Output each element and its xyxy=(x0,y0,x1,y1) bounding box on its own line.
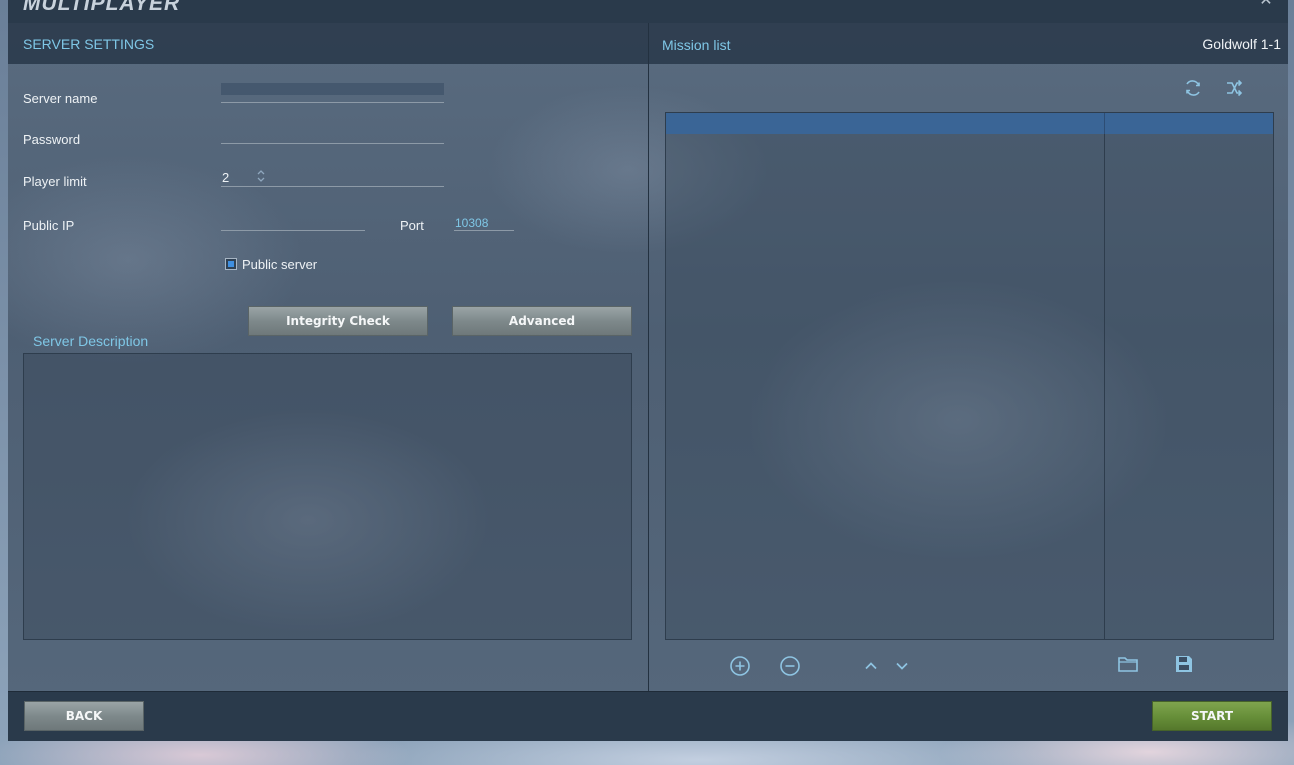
window-title: MULTIPLAYER xyxy=(23,0,181,15)
header-column-divider xyxy=(1104,113,1105,134)
password-label: Password xyxy=(23,132,81,147)
server-name-label: Server name xyxy=(23,91,98,106)
column-divider xyxy=(1104,134,1105,640)
current-mission-name: Goldwolf 1-1 xyxy=(1202,36,1281,52)
folder-icon[interactable] xyxy=(1117,653,1139,675)
advanced-button[interactable]: Advanced xyxy=(452,306,632,336)
public-server-label: Public server xyxy=(242,257,318,272)
close-icon[interactable]: ✕ xyxy=(1258,0,1274,9)
back-button[interactable]: BACK xyxy=(24,701,144,731)
player-limit-label: Player limit xyxy=(23,174,87,189)
server-settings-header: SERVER SETTINGS xyxy=(8,23,648,64)
panel-divider xyxy=(648,23,649,691)
move-up-icon[interactable] xyxy=(860,655,882,677)
public-ip-input[interactable] xyxy=(221,209,365,231)
server-name-input[interactable] xyxy=(221,81,444,103)
start-button[interactable]: START xyxy=(1152,701,1272,731)
multiplayer-window: MULTIPLAYER ✕ SERVER SETTINGS Server nam… xyxy=(8,0,1288,741)
mission-list-header: Mission list Goldwolf 1-1 xyxy=(649,23,1288,64)
shuffle-icon[interactable] xyxy=(1223,77,1245,99)
mission-list-title: Mission list xyxy=(662,37,731,53)
password-input[interactable] xyxy=(221,122,444,144)
spinner-arrows-icon[interactable] xyxy=(257,169,265,183)
title-bar: MULTIPLAYER ✕ xyxy=(8,0,1288,23)
add-icon[interactable] xyxy=(729,655,751,677)
remove-icon[interactable] xyxy=(779,655,801,677)
server-description-title: Server Description xyxy=(33,333,149,349)
server-description-textarea[interactable] xyxy=(23,353,632,640)
public-server-checkbox[interactable] xyxy=(225,258,237,270)
table-header-row[interactable] xyxy=(666,113,1273,134)
save-icon[interactable] xyxy=(1173,653,1195,675)
refresh-icon[interactable] xyxy=(1182,77,1204,99)
port-value: 10308 xyxy=(455,216,489,230)
server-settings-title: SERVER SETTINGS xyxy=(23,36,155,52)
mission-list-table[interactable] xyxy=(665,112,1274,640)
player-limit-stepper[interactable]: 2 xyxy=(221,165,444,187)
integrity-check-button[interactable]: Integrity Check xyxy=(248,306,428,336)
footer-bar: BACK START xyxy=(8,691,1288,741)
move-down-icon[interactable] xyxy=(891,655,913,677)
port-input[interactable]: 10308 xyxy=(454,209,514,231)
port-label: Port xyxy=(400,218,424,233)
player-limit-value: 2 xyxy=(222,170,230,185)
public-ip-label: Public IP xyxy=(23,218,75,233)
